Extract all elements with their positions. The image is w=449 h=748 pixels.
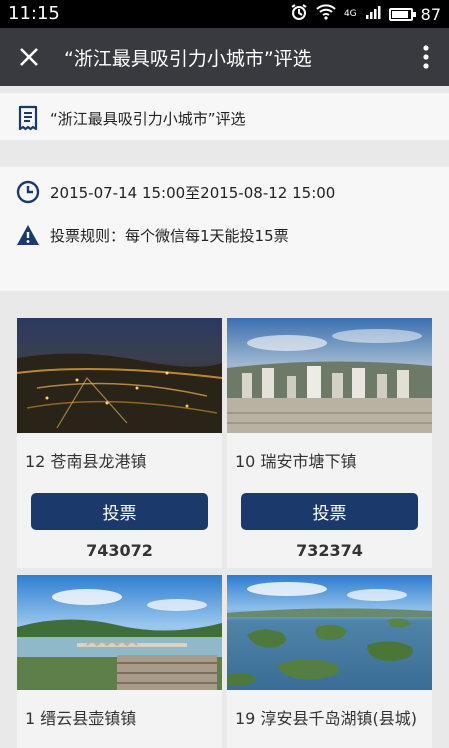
- candidate-photo[interactable]: [227, 318, 432, 433]
- candidate-card[interactable]: 10 瑞安市塘下镇 投票 732374: [227, 318, 432, 568]
- candidate-label: 1 缙云县壶镇镇: [25, 709, 137, 728]
- status-icons: 4G 87: [290, 3, 441, 25]
- candidate-card[interactable]: 12 苍南县龙港镇 投票 743072: [17, 318, 222, 568]
- status-bar: 11:15 4G 87: [0, 0, 449, 28]
- alarm-icon: [290, 3, 308, 25]
- vote-count: 743072: [86, 541, 153, 560]
- wifi-icon: [316, 4, 336, 24]
- vote-button[interactable]: 投票: [31, 493, 208, 530]
- candidate-grid: 12 苍南县龙港镇 投票 743072 10 瑞安市塘下镇 投票 732374: [17, 318, 432, 748]
- event-name-row: “浙江最具吸引力小城市”评选: [16, 105, 246, 131]
- signal-icon: [365, 4, 381, 24]
- candidate-label: 10 瑞安市塘下镇: [235, 452, 357, 471]
- receipt-icon: [18, 105, 38, 131]
- candidate-photo[interactable]: [17, 318, 222, 433]
- battery-icon: [388, 7, 416, 21]
- candidate-label: 12 苍南县龙港镇: [25, 452, 147, 471]
- more-vertical-icon: [423, 45, 429, 69]
- event-period-row: 2015-07-14 15:00至2015-08-12 15:00: [16, 180, 335, 204]
- warning-icon: [17, 225, 39, 245]
- event-info-panel: 2015-07-14 15:00至2015-08-12 15:00 投票规则：每…: [0, 167, 449, 291]
- event-name-panel: “浙江最具吸引力小城市”评选: [0, 93, 449, 140]
- event-period: 2015-07-14 15:00至2015-08-12 15:00: [50, 183, 336, 202]
- clock-icon: [16, 180, 40, 204]
- network-type: 4G: [343, 9, 357, 19]
- candidate-photo[interactable]: [17, 575, 222, 690]
- close-button[interactable]: [12, 40, 46, 74]
- page-title: “浙江最具吸引力小城市”评选: [64, 48, 312, 70]
- candidate-photo[interactable]: [227, 575, 432, 690]
- close-icon: [20, 48, 38, 66]
- candidate-label: 19 淳安县千岛湖镇(县城): [235, 709, 417, 728]
- vote-count: 732374: [296, 541, 363, 560]
- candidate-card[interactable]: 19 淳安县千岛湖镇(县城): [227, 575, 432, 748]
- more-button[interactable]: [413, 40, 439, 74]
- vote-rules: 投票规则：每个微信每1天能投15票: [50, 226, 289, 245]
- battery-level: 87: [420, 4, 441, 24]
- title-bar: “浙江最具吸引力小城市”评选: [0, 28, 449, 86]
- candidate-card[interactable]: 1 缙云县壶镇镇: [17, 575, 222, 748]
- vote-rules-row: 投票规则：每个微信每1天能投15票: [16, 224, 289, 246]
- vote-button[interactable]: 投票: [241, 493, 418, 530]
- status-time: 11:15: [8, 3, 60, 24]
- event-name: “浙江最具吸引力小城市”评选: [50, 109, 246, 128]
